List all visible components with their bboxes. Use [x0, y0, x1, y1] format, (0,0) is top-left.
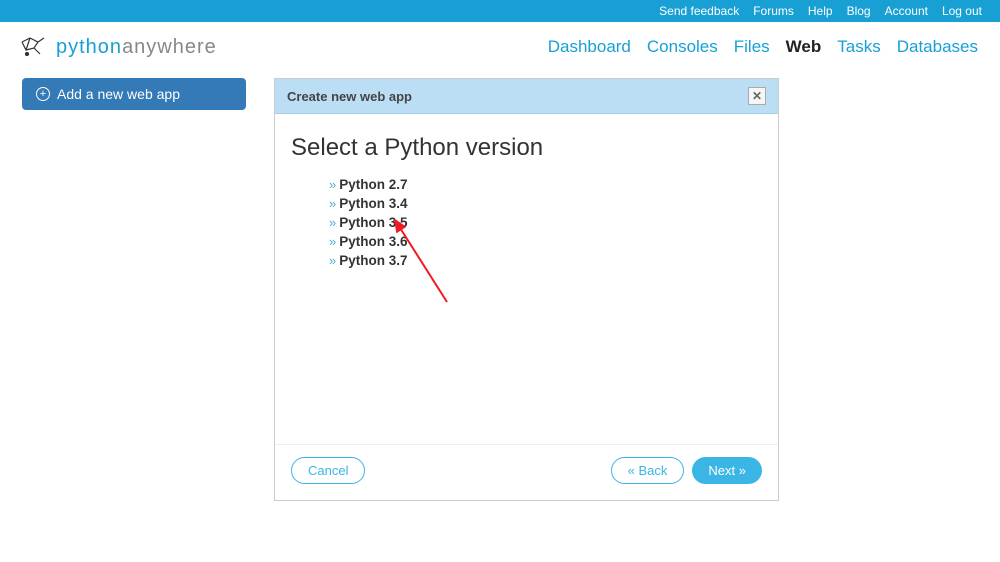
- cancel-button[interactable]: Cancel: [291, 457, 365, 484]
- modal-header-title: Create new web app: [287, 89, 412, 104]
- nav-dashboard[interactable]: Dashboard: [548, 37, 631, 57]
- chevron-right-icon: »: [329, 253, 336, 268]
- nav-tasks[interactable]: Tasks: [837, 37, 880, 57]
- topbar-link-forums[interactable]: Forums: [753, 4, 794, 18]
- chevron-right-icon: »: [329, 196, 336, 211]
- topbar-link-blog[interactable]: Blog: [847, 4, 871, 18]
- nav-web[interactable]: Web: [786, 37, 822, 57]
- main-nav: Dashboard Consoles Files Web Tasks Datab…: [548, 37, 978, 57]
- nav-databases[interactable]: Databases: [897, 37, 978, 57]
- list-item: »Python 3.4: [329, 195, 762, 213]
- header: pythonanywhere Dashboard Consoles Files …: [0, 22, 1000, 72]
- add-web-app-button[interactable]: + Add a new web app: [22, 78, 246, 110]
- topbar-link-logout[interactable]: Log out: [942, 4, 982, 18]
- logo-text: pythonanywhere: [56, 36, 217, 59]
- chevron-right-icon: »: [329, 177, 336, 192]
- chevron-right-icon: »: [329, 215, 336, 230]
- topbar: Send feedback Forums Help Blog Account L…: [0, 0, 1000, 22]
- nav-files[interactable]: Files: [734, 37, 770, 57]
- version-link-37[interactable]: Python 3.7: [339, 253, 407, 268]
- version-link-36[interactable]: Python 3.6: [339, 234, 407, 249]
- version-link-34[interactable]: Python 3.4: [339, 196, 407, 211]
- modal-footer: Cancel « Back Next »: [275, 444, 778, 500]
- list-item: »Python 2.7: [329, 176, 762, 194]
- topbar-link-account[interactable]: Account: [885, 4, 928, 18]
- modal-body: Select a Python version »Python 2.7 »Pyt…: [275, 114, 778, 444]
- list-item: »Python 3.5: [329, 214, 762, 232]
- back-button[interactable]: « Back: [611, 457, 685, 484]
- list-item: »Python 3.7: [329, 252, 762, 270]
- nav-consoles[interactable]: Consoles: [647, 37, 718, 57]
- next-button[interactable]: Next »: [692, 457, 762, 484]
- topbar-link-help[interactable]: Help: [808, 4, 833, 18]
- add-button-label: Add a new web app: [57, 86, 180, 102]
- logo[interactable]: pythonanywhere: [18, 34, 217, 60]
- modal-header: Create new web app ✕: [275, 79, 778, 114]
- logo-icon: [18, 34, 48, 60]
- chevron-right-icon: »: [329, 234, 336, 249]
- python-version-list: »Python 2.7 »Python 3.4 »Python 3.5 »Pyt…: [291, 176, 762, 270]
- close-icon[interactable]: ✕: [748, 87, 766, 105]
- version-link-35[interactable]: Python 3.5: [339, 215, 407, 230]
- version-link-27[interactable]: Python 2.7: [339, 177, 407, 192]
- list-item: »Python 3.6: [329, 233, 762, 251]
- footer-right-group: « Back Next »: [611, 457, 762, 484]
- topbar-link-feedback[interactable]: Send feedback: [659, 4, 739, 18]
- create-webapp-modal: Create new web app ✕ Select a Python ver…: [274, 78, 779, 501]
- main-content: + Add a new web app Create new web app ✕…: [0, 72, 1000, 507]
- modal-title: Select a Python version: [291, 134, 762, 162]
- plus-circle-icon: +: [36, 87, 50, 101]
